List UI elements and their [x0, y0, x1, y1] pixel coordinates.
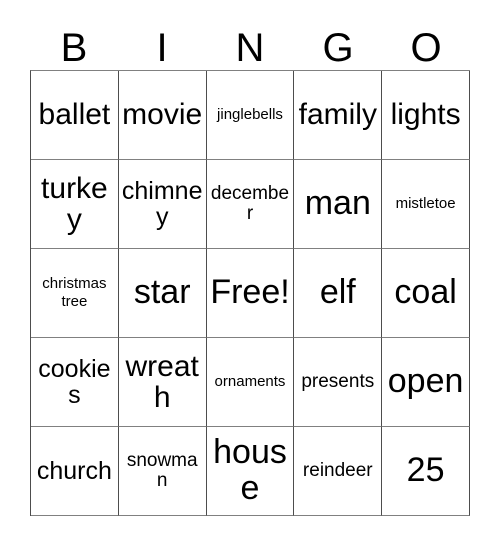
header-letter-g: G	[322, 26, 354, 70]
bingo-cell-i1[interactable]: movie	[118, 71, 207, 160]
bingo-cell-b3[interactable]: christmas tree	[31, 249, 119, 338]
bingo-grid: ballet movie jinglebells family lights t…	[30, 70, 470, 516]
bingo-cell-i3[interactable]: star	[118, 249, 207, 338]
bingo-cell-label: reindeer	[302, 460, 373, 482]
bingo-cell-label: open	[387, 362, 464, 401]
bingo-cell-label: family	[298, 98, 377, 132]
bingo-cell-b1[interactable]: ballet	[31, 71, 119, 160]
bingo-cell-o5[interactable]: 25	[382, 427, 470, 516]
bingo-cell-label: wreath	[125, 349, 199, 414]
header-letter-b: B	[60, 26, 88, 70]
bingo-cell-label: house	[213, 433, 287, 507]
bingo-cell-o3[interactable]: coal	[382, 249, 470, 338]
bingo-cell-g3[interactable]: elf	[294, 249, 383, 338]
bingo-cell-b4[interactable]: cookies	[31, 338, 119, 427]
bingo-cell-label: ballet	[38, 98, 111, 132]
bingo-cell-label: mistletoe	[395, 195, 456, 213]
bingo-cell-label: cookies	[38, 354, 111, 409]
bingo-cell-label: lights	[390, 98, 461, 132]
header-letter-n: N	[235, 26, 265, 70]
bingo-cell-label: star	[133, 273, 191, 312]
bingo-cell-free-space[interactable]: Free!	[206, 249, 295, 338]
bingo-cell-n4[interactable]: ornaments	[206, 338, 295, 427]
bingo-cell-i4[interactable]: wreath	[118, 338, 207, 427]
bingo-cell-label: turkey	[41, 171, 108, 236]
bingo-cell-label: coal	[394, 273, 457, 312]
bingo-cell-o2[interactable]: mistletoe	[382, 160, 470, 249]
bingo-cell-label: Free!	[210, 273, 290, 312]
bingo-cell-b2[interactable]: turkey	[31, 160, 119, 249]
bingo-cell-label: movie	[122, 98, 203, 132]
bingo-cell-g1[interactable]: family	[294, 71, 383, 160]
bingo-cell-g4[interactable]: presents	[294, 338, 383, 427]
bingo-cell-i2[interactable]: chimney	[118, 160, 207, 249]
bingo-cell-n5[interactable]: house	[206, 427, 295, 516]
bingo-cell-label: chimney	[121, 176, 203, 231]
header-letter-i: I	[156, 26, 168, 70]
bingo-cell-b5[interactable]: church	[31, 427, 119, 516]
bingo-cell-o1[interactable]: lights	[382, 71, 470, 160]
bingo-cell-label: jinglebells	[217, 106, 283, 124]
bingo-cell-label: elf	[319, 273, 356, 312]
bingo-cell-label: man	[304, 184, 371, 223]
bingo-header-row: B I N G O	[30, 14, 470, 70]
bingo-cell-o4[interactable]: open	[382, 338, 470, 427]
bingo-cell-n2[interactable]: december	[206, 160, 295, 249]
bingo-cell-g2[interactable]: man	[294, 160, 383, 249]
bingo-cell-label: 25	[406, 451, 445, 490]
bingo-cell-label: church	[36, 456, 112, 485]
bingo-cell-label: ornaments	[214, 373, 286, 391]
bingo-cell-g5[interactable]: reindeer	[294, 427, 383, 516]
bingo-cell-label: presents	[301, 371, 375, 393]
bingo-cell-i5[interactable]: snowman	[118, 427, 207, 516]
bingo-card: B I N G O ballet movie jinglebells famil…	[0, 0, 500, 544]
bingo-cell-label: december	[210, 183, 290, 224]
bingo-cell-label: snowman	[126, 450, 198, 491]
bingo-cell-label: christmas tree	[42, 275, 107, 310]
bingo-cell-n1[interactable]: jinglebells	[206, 71, 295, 160]
header-letter-o: O	[410, 26, 442, 70]
